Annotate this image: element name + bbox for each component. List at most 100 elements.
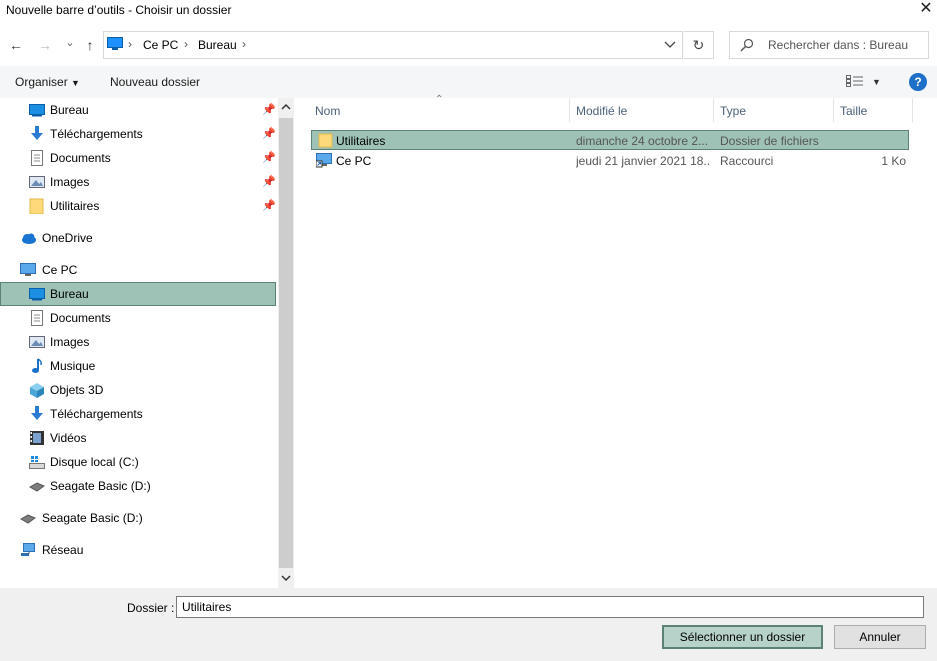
sidebar-item-label: Bureau <box>50 103 89 117</box>
refresh-icon[interactable]: ↻ <box>684 31 714 59</box>
file-row[interactable]: Utilitaires dimanche 24 octobre 2... Dos… <box>311 130 909 150</box>
sidebar-item-quick-documents[interactable]: Documents 📌 <box>0 146 276 170</box>
help-icon[interactable]: ? <box>909 73 927 91</box>
navigation-pane: Bureau 📌 Téléchargements 📌 Documents 📌 I… <box>0 98 294 588</box>
sidebar-item-images[interactable]: Images <box>0 330 276 354</box>
breadcrumb-separator: › <box>184 37 188 51</box>
desktop-icon <box>29 288 45 301</box>
file-type: Raccourci <box>720 154 774 168</box>
close-icon[interactable]: ✕ <box>915 0 937 20</box>
sidebar-item-reseau[interactable]: Réseau <box>0 538 276 562</box>
sidebar-item-documents[interactable]: Documents <box>0 306 276 330</box>
desktop-icon <box>29 104 45 117</box>
sidebar-item-bureau[interactable]: Bureau <box>0 282 276 306</box>
view-dropdown-chevron-icon[interactable]: ▼ <box>872 77 881 87</box>
sidebar-item-label: Documents <box>50 151 111 165</box>
column-divider[interactable] <box>912 98 913 122</box>
computer-icon <box>107 37 123 50</box>
sidebar-item-videos[interactable]: Vidéos <box>0 426 276 450</box>
file-name: Utilitaires <box>336 134 386 148</box>
pin-icon: 📌 <box>262 104 276 116</box>
cancel-button[interactable]: Annuler <box>834 625 926 649</box>
column-divider[interactable] <box>713 98 714 122</box>
search-icon <box>740 38 754 52</box>
sidebar-item-label: Objets 3D <box>50 383 104 397</box>
breadcrumb-ce-pc[interactable]: Ce PC <box>143 38 178 52</box>
sidebar-item-ce-pc[interactable]: Ce PC <box>0 258 276 282</box>
select-folder-button[interactable]: Sélectionner un dossier <box>662 625 823 649</box>
column-header-type[interactable]: Type <box>720 104 746 118</box>
scroll-down-icon[interactable] <box>281 574 291 582</box>
recent-locations-chevron-icon[interactable]: ⌄ <box>60 33 80 53</box>
file-type: Dossier de fichiers <box>720 134 819 148</box>
sidebar-item-musique[interactable]: Musique <box>0 354 276 378</box>
back-arrow-icon[interactable]: ← <box>6 35 26 55</box>
column-header-size[interactable]: Taille <box>840 104 867 118</box>
sidebar-item-label: OneDrive <box>42 231 93 245</box>
folder-icon <box>318 133 333 148</box>
file-modified: dimanche 24 octobre 2... <box>576 134 709 148</box>
sidebar-item-label: Téléchargements <box>50 127 143 141</box>
pin-icon: 📌 <box>262 200 276 212</box>
pin-icon: 📌 <box>262 152 276 164</box>
title-bar: Nouvelle barre d’outils - Choisir un dos… <box>0 0 937 24</box>
organize-button[interactable]: Organiser ▼ <box>15 75 80 89</box>
network-icon <box>21 543 35 556</box>
sidebar-item-seagate-sub[interactable]: Seagate Basic (D:) <box>0 474 276 498</box>
sidebar-item-seagate[interactable]: Seagate Basic (D:) <box>0 506 276 530</box>
file-size: 1 Ko <box>881 154 906 168</box>
sidebar-item-label: Utilitaires <box>50 199 100 213</box>
sidebar-item-quick-images[interactable]: Images 📌 <box>0 170 276 194</box>
sidebar-item-label: Ce PC <box>42 263 78 277</box>
sidebar-item-label: Réseau <box>42 543 84 557</box>
sidebar-item-label: Disque local (C:) <box>50 455 139 469</box>
local-disk-icon <box>29 456 45 469</box>
sidebar-item-onedrive[interactable]: OneDrive <box>0 226 276 250</box>
scrollbar-thumb[interactable] <box>279 118 293 568</box>
chevron-down-icon[interactable] <box>664 41 676 49</box>
sidebar-item-label: Seagate Basic (D:) <box>50 479 151 493</box>
file-modified: jeudi 21 janvier 2021 18... <box>576 154 711 168</box>
folder-field[interactable] <box>176 596 924 618</box>
sidebar-item-label: Musique <box>50 359 96 373</box>
cloud-icon <box>22 233 36 244</box>
chevron-down-icon: ▼ <box>71 78 80 88</box>
sidebar-item-telechargements[interactable]: Téléchargements <box>0 402 276 426</box>
music-icon <box>32 358 42 373</box>
column-header-modified[interactable]: Modifié le <box>576 104 627 118</box>
column-divider[interactable] <box>569 98 570 122</box>
breadcrumb-bureau[interactable]: Bureau <box>198 38 237 52</box>
sort-ascending-icon: ⌃ <box>435 94 444 105</box>
images-icon <box>29 336 45 348</box>
folder-label: Dossier : <box>127 601 175 615</box>
file-row[interactable]: Ce PC jeudi 21 janvier 2021 18... Raccou… <box>311 151 909 171</box>
view-options-icon[interactable] <box>846 75 864 87</box>
documents-icon <box>31 150 43 166</box>
sidebar-item-quick-bureau[interactable]: Bureau 📌 <box>0 98 276 122</box>
file-name: Ce PC <box>336 154 372 168</box>
shortcut-computer-icon <box>316 153 332 168</box>
forward-arrow-icon[interactable]: → <box>35 35 55 55</box>
new-folder-button[interactable]: Nouveau dossier <box>110 75 200 89</box>
column-header-name[interactable]: Nom <box>315 104 340 118</box>
search-placeholder: Rechercher dans : Bureau <box>768 38 909 52</box>
folder-icon <box>29 198 44 214</box>
sidebar-item-label: Images <box>50 335 90 349</box>
sidebar-item-quick-utilitaires[interactable]: Utilitaires 📌 <box>0 194 276 218</box>
video-icon <box>30 431 44 445</box>
column-divider[interactable] <box>833 98 834 122</box>
organize-label: Organiser <box>15 75 68 89</box>
sidebar-item-objets-3d[interactable]: Objets 3D <box>0 378 276 402</box>
drive-icon <box>29 482 45 492</box>
breadcrumb-separator: › <box>128 37 132 51</box>
3d-objects-icon <box>30 383 44 398</box>
scroll-up-icon[interactable] <box>281 103 291 111</box>
sidebar-item-disque-local[interactable]: Disque local (C:) <box>0 450 276 474</box>
sidebar-item-label: Seagate Basic (D:) <box>42 511 143 525</box>
sidebar-item-quick-telechargements[interactable]: Téléchargements 📌 <box>0 122 276 146</box>
address-bar[interactable] <box>103 31 683 59</box>
sidebar-item-label: Téléchargements <box>50 407 143 421</box>
computer-icon <box>20 263 36 276</box>
up-arrow-icon[interactable]: ↑ <box>80 35 100 55</box>
breadcrumb-separator: › <box>242 37 246 51</box>
